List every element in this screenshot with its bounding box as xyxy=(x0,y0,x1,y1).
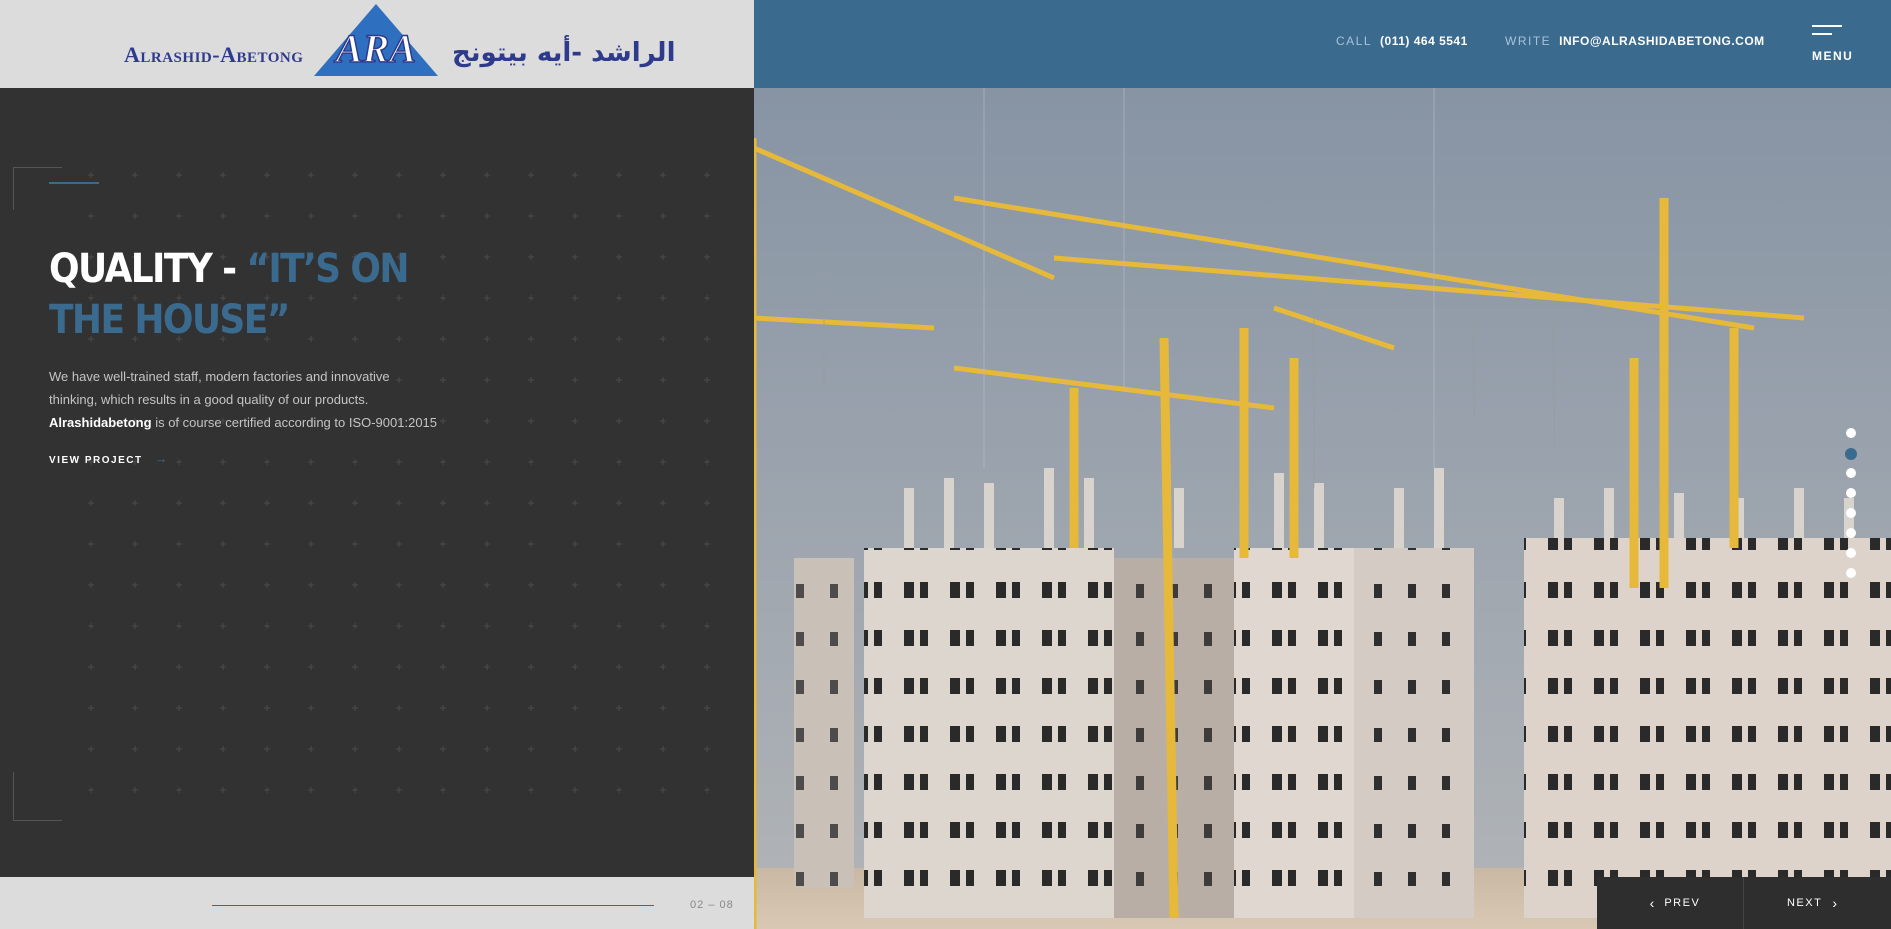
slide-text-panel: QUALITY - “IT’S ON THE HOUSE” We have we… xyxy=(0,88,754,877)
accent-line xyxy=(49,182,99,184)
logo-arabic-text: الراشد -أيه بيتونج xyxy=(452,38,676,68)
slide-dot-7[interactable] xyxy=(1846,548,1856,558)
corner-bracket-top xyxy=(13,167,62,210)
desc-line-2: thinking, which results in a good qualit… xyxy=(49,392,369,407)
write-value[interactable]: INFO@ALRASHIDABETONG.COM xyxy=(1559,34,1764,48)
write-contact[interactable]: WRITE INFO@ALRASHIDABETONG.COM xyxy=(1505,34,1765,48)
menu-label: MENU xyxy=(1812,49,1854,63)
slide-counter: 02 – 08 xyxy=(690,899,734,911)
chevron-left-icon: ‹ xyxy=(1649,895,1655,911)
write-label: WRITE xyxy=(1505,34,1552,48)
prev-button[interactable]: ‹ PREV xyxy=(1597,877,1744,929)
view-project-link[interactable]: VIEW PROJECT → xyxy=(49,451,168,466)
slide-dot-3[interactable] xyxy=(1846,468,1856,478)
slide-dot-8[interactable] xyxy=(1846,568,1856,578)
next-label: NEXT xyxy=(1786,897,1823,909)
chevron-right-icon: › xyxy=(1832,895,1837,911)
slide-photo xyxy=(754,88,1891,929)
slide-description: We have well-trained staff, modern facto… xyxy=(49,365,479,434)
arrow-right-icon: → xyxy=(154,451,168,466)
svg-text:ARA: ARA xyxy=(333,26,416,71)
slide-pager: ‹ PREV NEXT › xyxy=(1597,877,1891,929)
desc-line-3: is of course certified according to ISO-… xyxy=(151,415,438,430)
slide-dot-2[interactable] xyxy=(1845,448,1857,460)
header-logo-area: Alrashid-Abetong ARA الراشد -أيه بيتونج xyxy=(0,0,754,88)
desc-brand: Alrashidabetong xyxy=(49,415,152,430)
call-contact[interactable]: CALL (011) 464 5541 xyxy=(1336,34,1468,48)
logo-triangle-mark: ARA xyxy=(314,4,438,76)
slide-progress-bar: 02 – 08 xyxy=(0,877,754,929)
desc-line-1: We have well-trained staff, modern facto… xyxy=(49,369,390,384)
progress-line xyxy=(212,905,654,906)
next-button[interactable]: NEXT › xyxy=(1744,877,1890,929)
call-label: CALL xyxy=(1336,34,1373,48)
corner-bracket-bottom xyxy=(13,772,62,821)
slide-title-white: QUALITY - xyxy=(49,246,247,292)
site-logo[interactable]: Alrashid-Abetong ARA الراشد -أيه بيتونج xyxy=(124,4,675,80)
slide-dot-6[interactable] xyxy=(1846,528,1856,538)
slide-dot-5[interactable] xyxy=(1846,508,1856,518)
logo-latin-text: Alrashid-Abetong xyxy=(124,42,304,67)
construction-site-image xyxy=(754,88,1891,929)
call-value[interactable]: (011) 464 5541 xyxy=(1380,34,1468,48)
menu-button[interactable]: MENU xyxy=(1812,22,1852,66)
slide-title: QUALITY - “IT’S ON THE HOUSE” xyxy=(49,244,410,346)
slide-dot-4[interactable] xyxy=(1846,488,1856,498)
view-project-label: VIEW PROJECT xyxy=(49,455,143,466)
slide-dot-1[interactable] xyxy=(1846,428,1856,438)
prev-label: PREV xyxy=(1664,897,1701,909)
header-contact-bar: CALL (011) 464 5541 WRITE INFO@ALRASHIDABE… xyxy=(754,0,1891,88)
